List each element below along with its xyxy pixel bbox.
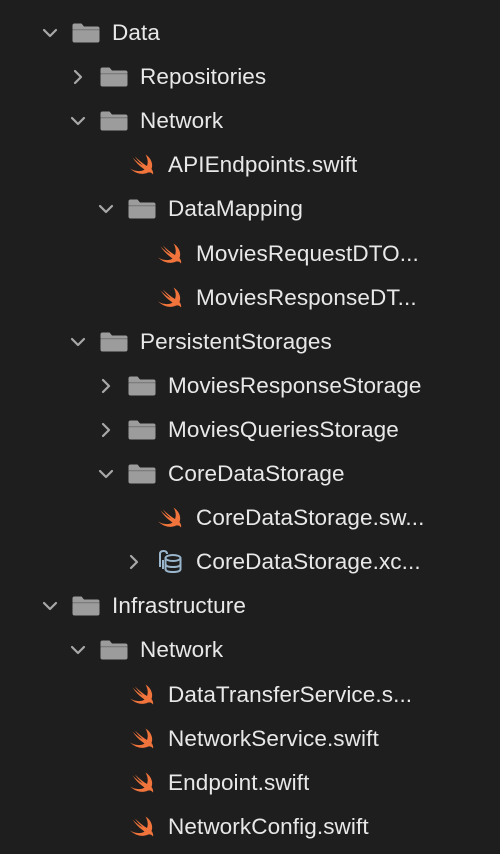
chevron-right-icon[interactable] bbox=[124, 552, 144, 572]
folder-icon bbox=[99, 330, 129, 354]
tree-row-moviesresponsestorage[interactable]: MoviesResponseStorage bbox=[0, 364, 500, 408]
tree-row-label: CoreDataStorage.xc... bbox=[196, 549, 421, 575]
project-navigator: Data Repositories Network APIEndpoints.swif… bbox=[0, 0, 500, 854]
tree-row-label: MoviesRequestDTO... bbox=[196, 240, 419, 266]
swift-file-icon bbox=[127, 683, 157, 707]
chevron-down-icon[interactable] bbox=[68, 111, 88, 131]
folder-icon bbox=[127, 374, 157, 398]
tree-row-repositories[interactable]: Repositories bbox=[0, 55, 500, 99]
tree-row-network[interactable]: Network bbox=[0, 99, 500, 143]
folder-icon bbox=[71, 21, 101, 45]
tree-row-apiendpoints-swift[interactable]: APIEndpoints.swift bbox=[0, 143, 500, 187]
tree-row-label: Repositories bbox=[140, 64, 267, 90]
tree-row-label: NetworkService.swift bbox=[168, 725, 379, 751]
tree-row-label: MoviesQueriesStorage bbox=[168, 416, 399, 442]
chevron-right-icon[interactable] bbox=[68, 67, 88, 87]
chevron-down-icon[interactable] bbox=[96, 464, 116, 484]
tree-row-networkservice-swift[interactable]: NetworkService.swift bbox=[0, 717, 500, 761]
chevron-down-icon[interactable] bbox=[40, 596, 60, 616]
tree-row-datamapping[interactable]: DataMapping bbox=[0, 187, 500, 231]
tree-row-label: CoreDataStorage bbox=[168, 461, 345, 486]
tree-row-label: MoviesResponseDT... bbox=[196, 284, 417, 310]
tree-row-label: MoviesResponseStorage bbox=[168, 372, 422, 398]
tree-row-label: NetworkConfig.swift bbox=[168, 813, 369, 839]
folder-icon bbox=[127, 462, 157, 486]
swift-file-icon bbox=[155, 286, 185, 310]
tree-row-label: APIEndpoints.swift bbox=[168, 152, 358, 178]
swift-file-icon bbox=[127, 727, 157, 751]
tree-row-label: CoreDataStorage.sw... bbox=[196, 505, 425, 531]
folder-icon bbox=[99, 638, 129, 662]
swift-file-icon bbox=[155, 506, 185, 530]
tree-row-label: Endpoint.swift bbox=[168, 769, 310, 795]
tree-row-endpoint-swift[interactable]: Endpoint.swift bbox=[0, 761, 500, 805]
folder-icon bbox=[99, 65, 129, 89]
tree-row-networkconfig-swift[interactable]: NetworkConfig.swift bbox=[0, 805, 500, 849]
tree-row-coredatastorage-sw[interactable]: CoreDataStorage.sw... bbox=[0, 496, 500, 540]
folder-icon bbox=[99, 109, 129, 133]
tree-row-coredatastorage-xc[interactable]: CoreDataStorage.xc... bbox=[0, 540, 500, 584]
swift-file-icon bbox=[127, 153, 157, 177]
tree-row-network[interactable]: Network bbox=[0, 628, 500, 672]
tree-row-moviesqueriesstorage[interactable]: MoviesQueriesStorage bbox=[0, 408, 500, 452]
swift-file-icon bbox=[127, 771, 157, 795]
tree-row-moviesresponsedt[interactable]: MoviesResponseDT... bbox=[0, 276, 500, 320]
tree-row-moviesrequestdto[interactable]: MoviesRequestDTO... bbox=[0, 232, 500, 276]
chevron-down-icon[interactable] bbox=[68, 640, 88, 660]
tree-row-label: Network bbox=[140, 637, 224, 663]
folder-icon bbox=[71, 594, 101, 618]
tree-row-label: DataTransferService.s... bbox=[168, 681, 413, 707]
folder-icon bbox=[127, 197, 157, 221]
chevron-right-icon[interactable] bbox=[96, 376, 116, 396]
chevron-down-icon[interactable] bbox=[40, 23, 60, 43]
folder-icon bbox=[127, 418, 157, 442]
tree-row-label: Network bbox=[140, 108, 224, 134]
tree-row-coredatastorage[interactable]: CoreDataStorage bbox=[0, 452, 500, 496]
chevron-down-icon[interactable] bbox=[68, 332, 88, 352]
chevron-right-icon[interactable] bbox=[96, 420, 116, 440]
swift-file-icon bbox=[127, 815, 157, 839]
tree-row-label: DataMapping bbox=[168, 196, 303, 222]
tree-row-data[interactable]: Data bbox=[0, 11, 500, 55]
swift-file-icon bbox=[155, 242, 185, 266]
tree-row-label: Data bbox=[112, 20, 160, 45]
chevron-down-icon[interactable] bbox=[96, 199, 116, 219]
tree-row-persistentstorages[interactable]: PersistentStorages bbox=[0, 320, 500, 364]
tree-row-infrastructure[interactable]: Infrastructure bbox=[0, 584, 500, 628]
tree-row-label: PersistentStorages bbox=[140, 328, 332, 354]
coredata-model-icon bbox=[155, 550, 185, 574]
tree-row-datatransferservice-s[interactable]: DataTransferService.s... bbox=[0, 673, 500, 717]
tree-row-label: Infrastructure bbox=[112, 593, 246, 619]
